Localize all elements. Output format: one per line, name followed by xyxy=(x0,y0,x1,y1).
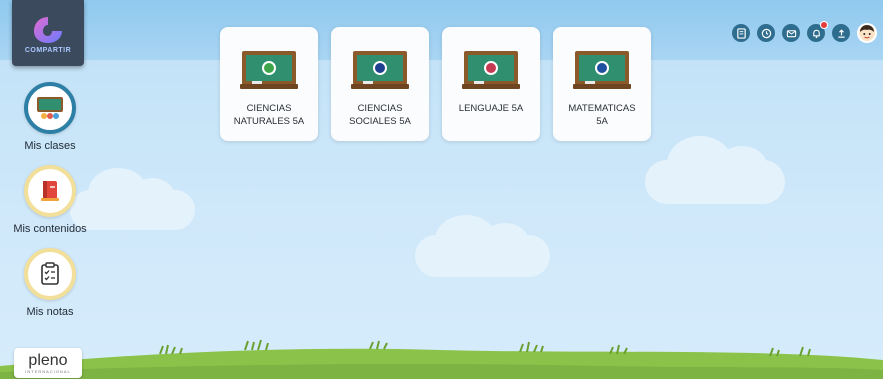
notification-badge xyxy=(820,21,828,29)
clipboard-icon xyxy=(41,262,59,285)
class-card-matematicas[interactable]: MATEMATICAS 5A xyxy=(553,27,651,141)
app-logo[interactable]: COMPARTIR xyxy=(12,0,84,66)
sidebar-item-mis-contenidos[interactable]: Mis contenidos xyxy=(0,165,100,235)
nav-icon-circle xyxy=(24,82,76,134)
top-toolbar xyxy=(732,21,877,43)
sidebar-item-label: Mis notas xyxy=(26,306,74,318)
chalkboard-icon xyxy=(462,51,520,89)
chalkboard-icon xyxy=(351,51,409,89)
chalkboard-icon xyxy=(573,51,631,89)
pleno-logo[interactable]: pleno INTERNACIONAL xyxy=(14,348,82,378)
sidebar-item-label: Mis clases xyxy=(24,140,76,152)
pleno-logo-subtext: INTERNACIONAL xyxy=(25,368,71,374)
grass-hills xyxy=(0,339,883,379)
user-avatar-icon[interactable] xyxy=(857,23,877,43)
bell-icon[interactable] xyxy=(807,21,828,42)
class-card-ciencias-naturales[interactable]: CIENCIAS NATURALES 5A xyxy=(220,27,318,141)
class-card-title: MATEMATICAS 5A xyxy=(568,103,636,127)
classroom-icon xyxy=(37,97,63,119)
pleno-logo-text: pleno xyxy=(28,351,68,369)
class-card-title: LENGUAJE 5A xyxy=(458,103,524,114)
upload-icon[interactable] xyxy=(832,24,850,42)
clock-icon[interactable] xyxy=(757,24,775,42)
sidebar-item-label: Mis contenidos xyxy=(13,223,87,235)
class-card-ciencias-sociales[interactable]: CIENCIAS SOCIALES 5A xyxy=(331,27,429,141)
nav-icon-circle xyxy=(24,165,76,217)
class-card-lenguaje[interactable]: LENGUAJE 5A xyxy=(442,27,540,141)
chalkboard-icon xyxy=(240,51,298,89)
cloud xyxy=(415,215,550,277)
compartir-logo-icon xyxy=(34,16,62,43)
mail-icon[interactable] xyxy=(782,24,800,42)
nav-icon-circle xyxy=(24,248,76,300)
class-card-title: CIENCIAS SOCIALES 5A xyxy=(349,103,411,127)
books-icon xyxy=(41,181,59,201)
brand-text: COMPARTIR xyxy=(24,46,72,54)
cloud xyxy=(645,136,785,204)
sidebar-item-mis-notas[interactable]: Mis notas xyxy=(0,248,100,318)
class-card-title: CIENCIAS NATURALES 5A xyxy=(233,103,305,127)
notebook-icon[interactable] xyxy=(732,24,750,42)
sidebar-item-mis-clases[interactable]: Mis clases xyxy=(0,82,100,152)
